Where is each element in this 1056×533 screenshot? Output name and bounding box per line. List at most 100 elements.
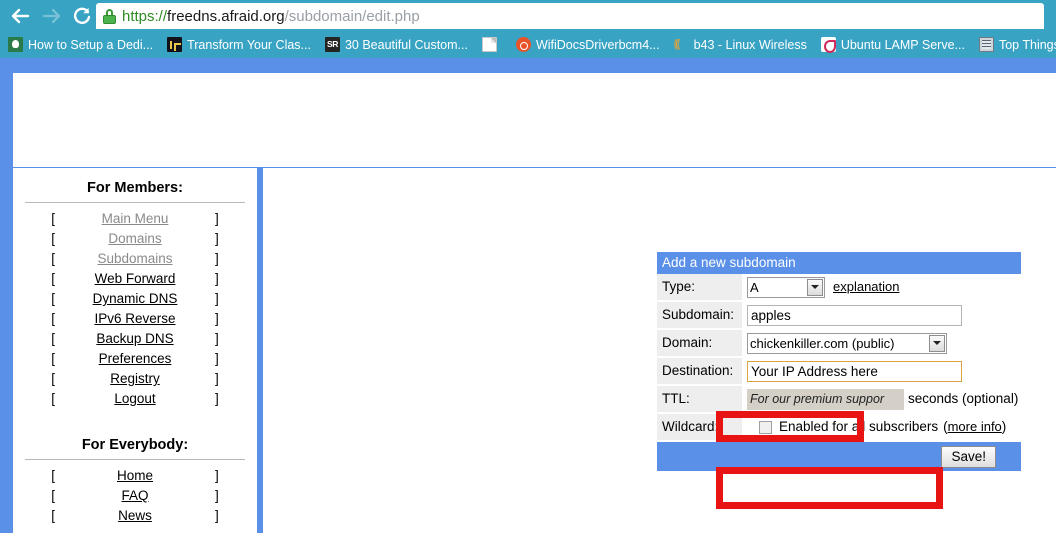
reload-button[interactable] bbox=[66, 0, 97, 31]
back-button[interactable] bbox=[4, 0, 35, 31]
sidebar-item-dynamic-dns[interactable]: [ Dynamic DNS ] bbox=[13, 289, 257, 309]
bookmark-top-things-to-do-after[interactable]: Top Things to do aft... bbox=[978, 37, 1056, 52]
bookmark-label: Top Things to do aft... bbox=[998, 37, 1056, 52]
sidebar: For Members: [ Main Menu ] [ Domains ] [… bbox=[13, 168, 257, 533]
sidebar-item-backup-dns[interactable]: [ Backup DNS ] bbox=[13, 329, 257, 349]
type-select-wrapper[interactable]: A bbox=[747, 276, 825, 298]
server-icon bbox=[978, 37, 994, 52]
address-bar[interactable]: https://freedns.afraid.org/subdomain/edi… bbox=[96, 3, 1044, 29]
sidebar-divider bbox=[25, 202, 245, 203]
form-row-type: Type: A explanation bbox=[657, 274, 1021, 302]
sidebar-item-ipv6-reverse[interactable]: [ IPv6 Reverse ] bbox=[13, 309, 257, 329]
domain-select[interactable]: chickenkiller.com (public) bbox=[747, 332, 947, 354]
bracket-right: ] bbox=[215, 351, 219, 366]
browser-chrome: https://freedns.afraid.org/subdomain/edi… bbox=[0, 0, 1056, 58]
bookmark-label: WifiDocsDriverbcm4... bbox=[535, 37, 660, 52]
sidebar-link-preferences[interactable]: Preferences bbox=[99, 351, 172, 366]
subdomain-input[interactable] bbox=[747, 304, 962, 326]
sidebar-link-faq[interactable]: FAQ bbox=[121, 488, 148, 503]
sidebar-item-main-menu[interactable]: [ Main Menu ] bbox=[13, 209, 257, 229]
bracket-right: ] bbox=[215, 508, 219, 523]
url-scheme: https:// bbox=[122, 7, 168, 25]
ubuntu-green-icon bbox=[8, 37, 23, 52]
save-button[interactable]: Save! bbox=[941, 445, 996, 468]
bracket-left: [ bbox=[51, 311, 55, 326]
domain-select-wrapper[interactable]: chickenkiller.com (public) bbox=[747, 332, 947, 354]
sidebar-members-heading: For Members: bbox=[87, 180, 183, 196]
form-row-domain: Domain: chickenkiller.com (public) bbox=[657, 330, 1021, 358]
lock-icon bbox=[103, 8, 116, 24]
sidebar-item-registry[interactable]: [ Registry ] bbox=[13, 369, 257, 389]
sidebar-link-dynamic-dns[interactable]: Dynamic DNS bbox=[93, 291, 178, 306]
url-host: freedns.afraid.org bbox=[167, 7, 285, 25]
bookmark-label: Transform Your Clas... bbox=[187, 37, 311, 52]
sidebar-link-registry[interactable]: Registry bbox=[110, 371, 160, 386]
sidebar-item-logout[interactable]: [ Logout ] bbox=[13, 389, 257, 409]
form-title: Add a new subdomain bbox=[657, 252, 1021, 274]
browser-toolbar: https://freedns.afraid.org/subdomain/edi… bbox=[0, 0, 1056, 31]
document-icon bbox=[481, 37, 497, 52]
bracket-left: [ bbox=[51, 351, 55, 366]
bookmark-ubuntu-lamp-server[interactable]: Ubuntu LAMP Serve... bbox=[820, 37, 965, 53]
sr-badge-icon: SR bbox=[324, 37, 340, 52]
ttl-label: TTL: bbox=[657, 386, 742, 414]
sidebar-link-backup-dns[interactable]: Backup DNS bbox=[96, 331, 173, 346]
wildcard-checkbox[interactable] bbox=[759, 420, 772, 434]
bracket-left: [ bbox=[51, 488, 55, 503]
sidebar-item-web-forward[interactable]: [ Web Forward ] bbox=[13, 269, 257, 289]
subdomain-field bbox=[742, 302, 1021, 330]
sidebar-link-web-forward[interactable]: Web Forward bbox=[95, 271, 176, 286]
sidebar-item-domains[interactable]: [ Domains ] bbox=[13, 229, 257, 249]
bookmark-how-to-setup-a-dedicated[interactable]: How to Setup a Dedi... bbox=[8, 37, 153, 52]
bracket-left: [ bbox=[51, 271, 55, 286]
bracket-left: [ bbox=[51, 508, 55, 523]
sidebar-members-list: [ Main Menu ] [ Domains ] [ Subdomains ]… bbox=[13, 209, 257, 409]
sidebar-link-home[interactable]: Home bbox=[117, 468, 153, 483]
forward-button[interactable] bbox=[36, 0, 67, 31]
type-select[interactable]: A bbox=[747, 276, 825, 298]
type-explanation-link[interactable]: explanation bbox=[833, 277, 900, 297]
url-text: https://freedns.afraid.org/subdomain/edi… bbox=[122, 8, 420, 25]
sidebar-item-subdomains[interactable]: [ Subdomains ] bbox=[13, 249, 257, 269]
bookmark-30-beautiful-custom[interactable]: SR 30 Beautiful Custom... bbox=[324, 37, 468, 52]
bookmark-untitled-document[interactable] bbox=[481, 37, 502, 52]
form-row-subdomain: Subdomain: bbox=[657, 302, 1021, 330]
more-info-link[interactable]: more info bbox=[948, 417, 1002, 437]
destination-input[interactable] bbox=[747, 360, 962, 382]
ttl-input-wrapper[interactable]: For our premium suppor bbox=[747, 388, 904, 410]
bracket-right: ] bbox=[215, 211, 219, 226]
bookmark-wifidocsdriverbcm4[interactable]: WifiDocsDriverbcm4... bbox=[515, 37, 660, 52]
bookmark-label: 30 Beautiful Custom... bbox=[344, 37, 468, 52]
ttl-field: For our premium suppor seconds (optional… bbox=[742, 386, 1021, 414]
bookmark-label: b43 - Linux Wireless bbox=[693, 37, 807, 52]
sidebar-item-faq[interactable]: [ FAQ ] bbox=[13, 486, 257, 506]
bookmark-label: Ubuntu LAMP Serve... bbox=[840, 37, 965, 52]
sidebar-link-ipv6-reverse[interactable]: IPv6 Reverse bbox=[94, 311, 175, 326]
sidebar-link-domains[interactable]: Domains bbox=[108, 231, 161, 246]
bracket-left: [ bbox=[51, 291, 55, 306]
debian-icon bbox=[820, 37, 836, 53]
sidebar-item-preferences[interactable]: [ Preferences ] bbox=[13, 349, 257, 369]
wildcard-field: Enabled for all subscribers (more info) bbox=[742, 414, 1021, 442]
form-row-destination: Destination: bbox=[657, 358, 1021, 386]
bracket-left: [ bbox=[51, 468, 55, 483]
sidebar-item-news[interactable]: [ News ] bbox=[13, 506, 257, 526]
bracket-right: ] bbox=[215, 271, 219, 286]
wifi-signal-icon bbox=[674, 37, 689, 52]
bracket-right: ] bbox=[215, 468, 219, 483]
sidebar-link-main-menu[interactable]: Main Menu bbox=[102, 211, 169, 226]
form-row-ttl: TTL: For our premium suppor seconds (opt… bbox=[657, 386, 1021, 414]
sidebar-item-home[interactable]: [ Home ] bbox=[13, 466, 257, 486]
bookmark-b43-linux-wireless[interactable]: b43 - Linux Wireless bbox=[674, 37, 807, 52]
add-subdomain-form: Add a new subdomain Type: A explanation … bbox=[657, 252, 1021, 471]
sidebar-link-news[interactable]: News bbox=[118, 508, 152, 523]
sidebar-link-subdomains[interactable]: Subdomains bbox=[97, 251, 172, 266]
bookmark-transform-your-class[interactable]: Transform Your Clas... bbox=[167, 37, 311, 52]
bracket-right: ] bbox=[215, 331, 219, 346]
wildcard-label: Wildcard: bbox=[657, 414, 742, 442]
destination-label: Destination: bbox=[657, 358, 742, 386]
sidebar-link-logout[interactable]: Logout bbox=[114, 391, 155, 406]
ubuntu-orange-icon bbox=[515, 37, 531, 52]
wildcard-text: Enabled for all subscribers bbox=[779, 419, 939, 434]
